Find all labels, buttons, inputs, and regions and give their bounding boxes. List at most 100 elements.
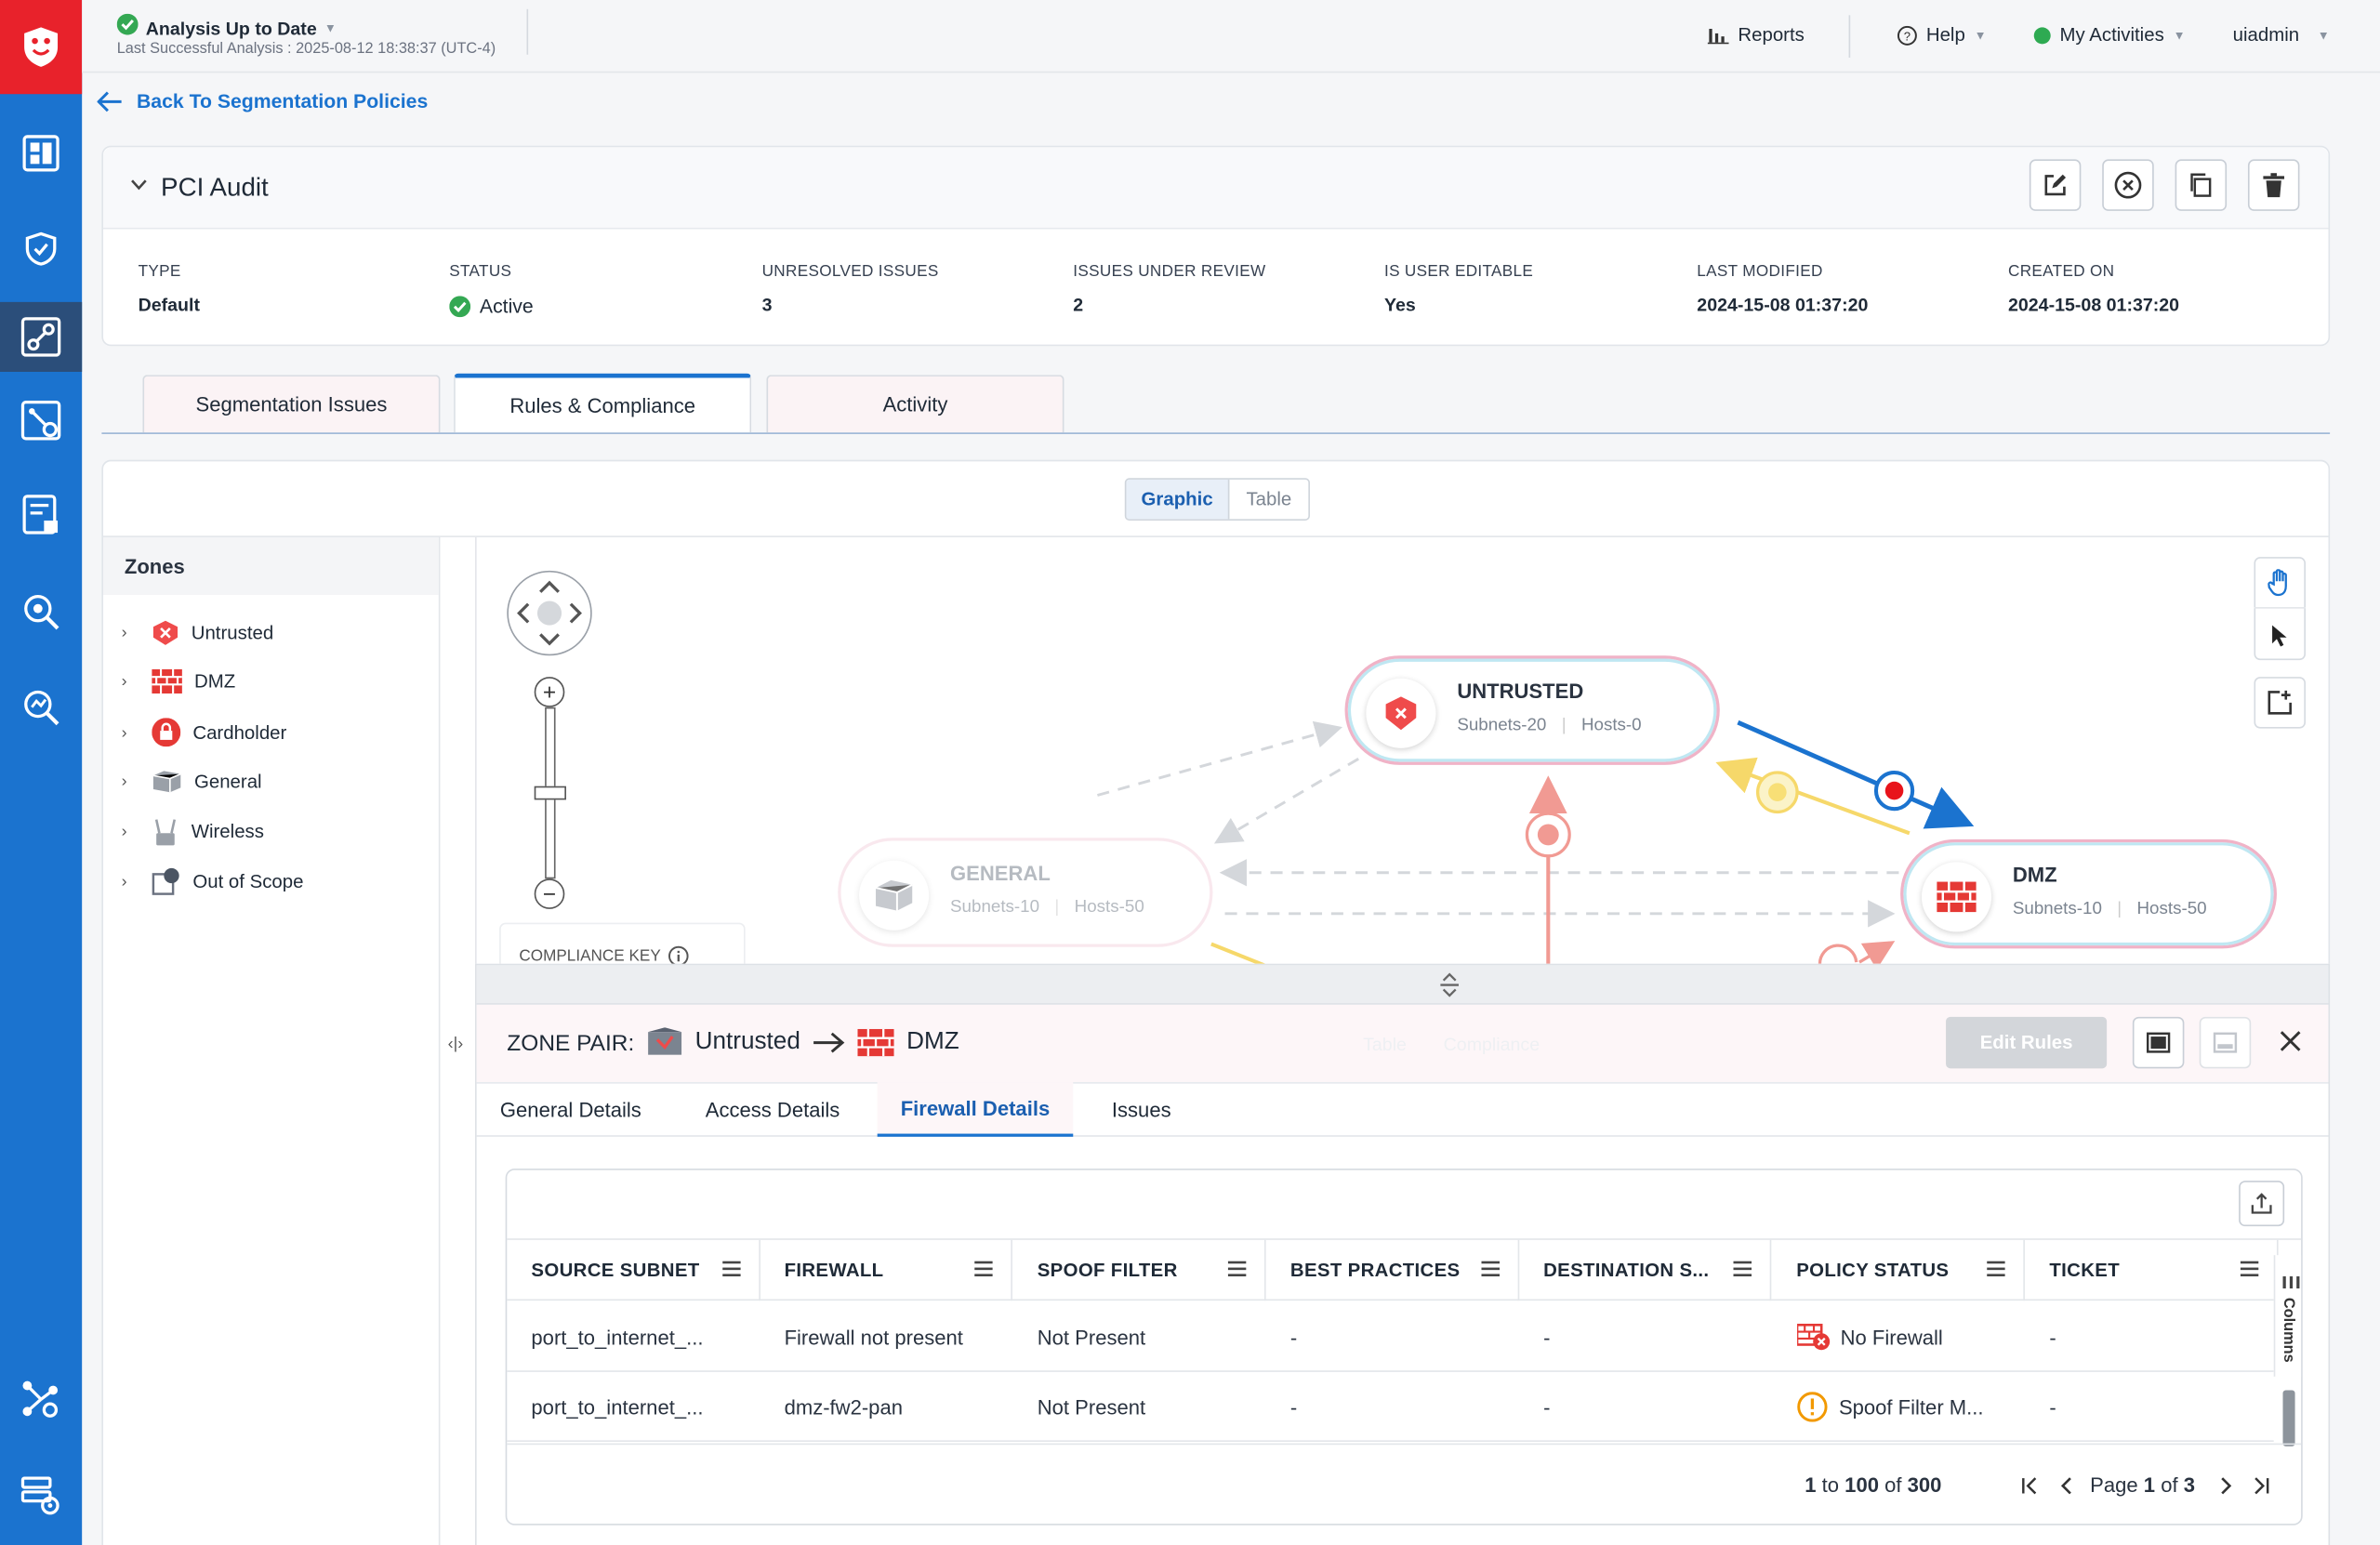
edit-rules-button[interactable]: Edit Rules (1946, 1016, 2108, 1069)
tab-access-details[interactable]: Access Details (684, 1082, 860, 1137)
pagination-range: 1 to 100 of 300 (1805, 1473, 1941, 1496)
first-page-button[interactable] (2020, 1475, 2039, 1502)
next-page-button[interactable] (2217, 1475, 2232, 1502)
tab-activity[interactable]: Activity (766, 375, 1064, 433)
column-menu-icon[interactable] (1481, 1260, 1500, 1278)
table-row[interactable]: port_to_internet_... dmz-fw2-pan Not Prese… (507, 1372, 2274, 1442)
shield-icon[interactable] (0, 214, 82, 284)
column-menu-icon[interactable] (721, 1260, 741, 1278)
select-tool-button[interactable] (2254, 610, 2306, 660)
column-header[interactable]: SOURCE SUBNET (507, 1239, 760, 1301)
zoom-out-button[interactable]: − (534, 878, 565, 909)
copy-button[interactable] (2175, 159, 2228, 211)
zoom-in-button[interactable]: + (534, 677, 565, 707)
dashboard-icon[interactable] (0, 118, 82, 188)
zone-item-general[interactable]: › General (122, 770, 262, 794)
chevron-right-icon[interactable]: › (122, 723, 140, 742)
zoom-slider-handle[interactable] (534, 786, 566, 800)
current-page: 1 (2143, 1473, 2156, 1497)
delete-button[interactable] (2247, 159, 2300, 211)
arrow-left-icon (97, 90, 122, 112)
zone-item-untrusted[interactable]: › Untrusted (122, 619, 273, 646)
copy-icon (2190, 173, 2212, 197)
column-header[interactable]: DESTINATION S... (1519, 1239, 1773, 1301)
chevron-right-icon[interactable]: › (122, 872, 140, 891)
column-header-label: SPOOF FILTER (1037, 1260, 1178, 1281)
node-general[interactable]: GENERAL Subnets-10 | Hosts-50 (838, 838, 1213, 947)
table-toggle[interactable]: Table (1229, 480, 1308, 519)
maximize-panel-button[interactable] (2132, 1016, 2185, 1069)
table-scrollbar[interactable] (2282, 1390, 2295, 1446)
network-view-icon[interactable] (0, 386, 82, 456)
pan-tool-button[interactable] (2254, 557, 2306, 609)
tab-general-details[interactable]: General Details (477, 1082, 665, 1137)
column-menu-icon[interactable] (1227, 1260, 1247, 1278)
panel-drag-bar[interactable] (476, 965, 2329, 1005)
deactivate-button[interactable] (2102, 159, 2154, 211)
chevron-down-icon[interactable]: ▼ (324, 21, 337, 35)
tab-firewall-details[interactable]: Firewall Details (877, 1082, 1074, 1137)
reports-link[interactable]: Reports (1707, 24, 1805, 46)
field-label: IS USER EDITABLE (1383, 262, 1534, 282)
column-menu-icon[interactable] (974, 1260, 994, 1278)
segmentation-icon[interactable] (0, 301, 83, 372)
minimize-panel-button[interactable] (2199, 1016, 2252, 1069)
prev-page-button[interactable] (2060, 1475, 2075, 1502)
check-circle-icon (116, 13, 139, 43)
back-link[interactable]: Back To Segmentation Policies (97, 89, 428, 112)
edge-untrusted-general[interactable] (1213, 758, 1359, 844)
close-panel-button[interactable] (2279, 1029, 2303, 1061)
zone-item-out-of-scope[interactable]: › Out of Scope (122, 866, 303, 895)
column-header[interactable]: TICKET (2025, 1239, 2279, 1301)
user-menu[interactable]: uiadmin ▼ (2233, 24, 2330, 46)
columns-side-tab[interactable]: Columns (2273, 1255, 2302, 1377)
collapse-chevron-icon[interactable] (130, 175, 147, 196)
my-activities-menu[interactable]: My Activities ▼ (2033, 24, 2186, 46)
edit-icon (2044, 174, 2067, 196)
export-table-button[interactable] (2239, 1181, 2285, 1227)
tab-label: Firewall Details (900, 1096, 1051, 1120)
resize-handle-icon[interactable]: ‹|› (448, 1035, 464, 1053)
brand-logo-icon[interactable] (0, 0, 83, 95)
edge-cardholder-dmz (1858, 941, 1896, 966)
threat-search-icon[interactable] (0, 672, 82, 742)
graphic-toggle[interactable]: Graphic (1126, 479, 1230, 520)
resize-vertical-icon[interactable] (1439, 972, 1461, 1005)
help-menu[interactable]: ? Help ▼ (1897, 24, 1987, 46)
column-menu-icon[interactable] (1734, 1260, 1752, 1278)
chevron-right-icon[interactable]: › (122, 672, 140, 691)
zone-item-wireless[interactable]: › Wireless (122, 816, 264, 847)
tabs-underline (101, 432, 2331, 434)
search-analysis-icon[interactable] (0, 576, 82, 646)
chevron-right-icon[interactable]: › (122, 772, 140, 791)
table-row[interactable]: port_to_internet_... Firewall not present… (507, 1302, 2274, 1372)
column-header[interactable]: POLICY STATUS (1772, 1239, 2026, 1301)
column-header[interactable]: SPOOF FILTER (1013, 1239, 1266, 1301)
tab-segmentation-issues[interactable]: Segmentation Issues (142, 375, 441, 433)
edge-issue-marker-partial (1818, 944, 1858, 966)
edit-button[interactable] (2029, 159, 2082, 211)
system-settings-icon[interactable] (0, 1460, 82, 1530)
last-page-button[interactable] (2253, 1475, 2271, 1502)
pan-control[interactable] (507, 570, 592, 656)
topology-settings-icon[interactable] (0, 1365, 82, 1434)
zone-item-dmz[interactable]: › DMZ (122, 668, 235, 694)
view-toggle: Graphic Table (1124, 478, 1310, 521)
column-menu-icon[interactable] (1987, 1260, 2006, 1278)
chevron-right-icon[interactable]: › (122, 823, 140, 841)
edge-general-untrusted[interactable] (1097, 720, 1343, 797)
column-header[interactable]: FIREWALL (760, 1239, 1013, 1301)
zone-item-cardholder[interactable]: › Cardholder (122, 718, 286, 747)
report-lock-icon[interactable] (0, 480, 82, 549)
chevron-right-icon[interactable]: › (122, 624, 140, 642)
node-dmz[interactable]: DMZ Subnets-10 | Hosts-50 (1900, 839, 2277, 949)
column-menu-icon[interactable] (2240, 1260, 2259, 1278)
column-header[interactable]: BEST PRACTICES (1266, 1239, 1519, 1301)
tab-issues[interactable]: Issues (1091, 1082, 1192, 1137)
tab-rules-compliance[interactable]: Rules & Compliance (454, 373, 752, 433)
analysis-status[interactable]: Analysis Up to Date (146, 18, 317, 39)
field-label: TYPE (138, 262, 181, 282)
node-title: GENERAL (950, 862, 1051, 885)
node-untrusted[interactable]: UNTRUSTED Subnets-20 | Hosts-0 (1344, 655, 1720, 765)
export-graph-button[interactable] (2254, 677, 2306, 729)
